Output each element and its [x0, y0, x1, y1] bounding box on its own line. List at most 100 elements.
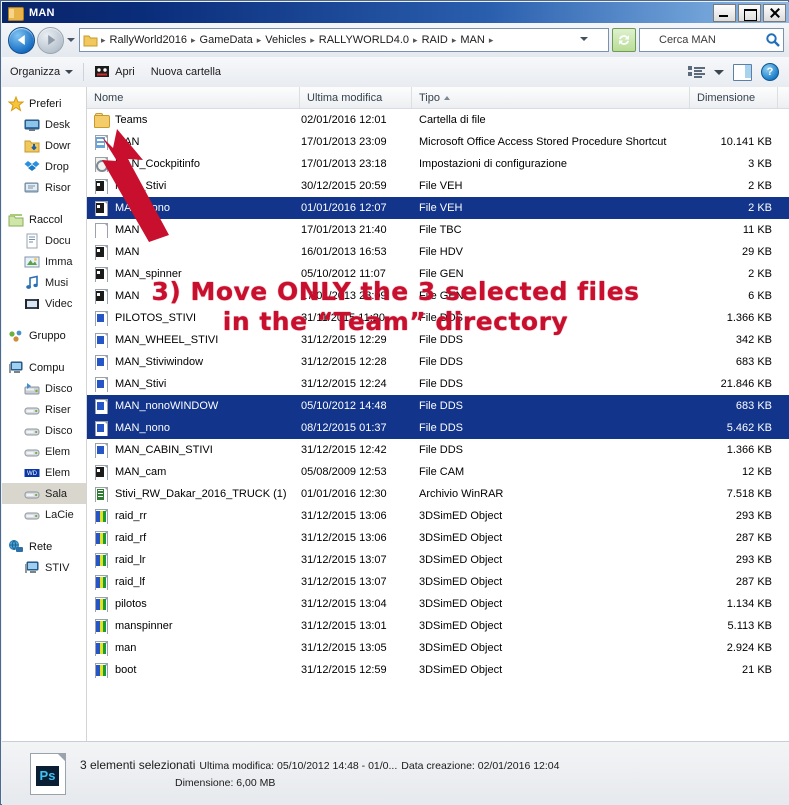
table-row[interactable]: raid_rf 31/12/2015 13:06 3DSimED Object 287… — [87, 527, 789, 549]
breadcrumb-item-2[interactable]: Vehicles — [262, 34, 309, 46]
nav-group-rete[interactable]: Rete — [2, 536, 86, 557]
table-row[interactable]: boot 31/12/2015 12:59 3DSimED Object 21 KB — [87, 659, 789, 681]
table-row[interactable]: MAN_Stivi 31/12/2015 12:24 File DDS 21.846 … — [87, 373, 789, 395]
nav-item-dowr[interactable]: Dowr — [2, 135, 86, 156]
new-folder-label: Nuova cartella — [150, 66, 222, 78]
back-button[interactable] — [8, 26, 35, 54]
veh-icon — [94, 178, 109, 194]
table-row[interactable]: MAN 16/01/2013 16:53 File HDV 29 KB — [87, 241, 789, 263]
cell-name: MAN — [87, 244, 300, 260]
table-row[interactable]: MAN_spinner 05/10/2012 11:07 File GEN 2 KB — [87, 263, 789, 285]
table-row[interactable]: MAN_CABIN_STIVI 31/12/2015 12:42 File DDS 1… — [87, 439, 789, 461]
nav-item-elem[interactable]: Elem — [2, 441, 86, 462]
breadcrumb-dropdown-icon[interactable] — [580, 37, 588, 41]
cell-date: 31/12/2015 12:42 — [301, 444, 387, 456]
cell-type: 3DSimED Object — [419, 598, 503, 610]
nav-item-riser[interactable]: Riser — [2, 399, 86, 420]
nav-item-lacie[interactable]: LaCie — [2, 504, 86, 525]
table-row[interactable]: manspinner 31/12/2015 13:01 3DSimED Object… — [87, 615, 789, 637]
table-row[interactable]: MAN_nono 01/01/2016 12:07 File VEH 2 KB — [87, 197, 789, 219]
breadcrumb-item-0[interactable]: RallyWorld2016 — [107, 34, 190, 46]
nav-item-label: Videc — [45, 297, 73, 310]
column-header-nome[interactable]: Nome — [87, 87, 300, 108]
column-header-dimensione[interactable]: Dimensione — [690, 87, 778, 108]
table-row[interactable]: MAN 17/01/2013 23:09 Microsoft Office Acce… — [87, 131, 789, 153]
table-row[interactable]: Stivi_RW_Dakar_2016_TRUCK (1) 01/01/2016 … — [87, 483, 789, 505]
navigation-list: Preferi Desk Dowr Drop Risor Raccol Docu Imma Mu… — [2, 87, 86, 578]
selection-count: 3 elementi selezionati — [80, 758, 196, 772]
cell-name: Teams — [87, 112, 300, 128]
3dsimed-icon — [94, 574, 109, 590]
nav-item-elem[interactable]: WD Elem — [2, 462, 86, 483]
table-row[interactable]: PILOTOS_STIVI 31/11/2015 11:20 File DDS 1.3… — [87, 307, 789, 329]
nav-item-desk[interactable]: Desk — [2, 114, 86, 135]
nav-item-risor[interactable]: Risor — [2, 177, 86, 198]
table-row[interactable]: raid_rr 31/12/2015 13:06 3DSimED Object 293… — [87, 505, 789, 527]
cell-type: File GEN — [419, 268, 464, 280]
table-row[interactable]: Teams 02/01/2016 12:01 Cartella di file — [87, 109, 789, 131]
open-button[interactable]: Apri — [86, 61, 143, 83]
history-dropdown[interactable] — [64, 29, 77, 51]
search-icon[interactable] — [763, 30, 783, 50]
nav-group-preferi[interactable]: Preferi — [2, 93, 86, 114]
nav-item-videc[interactable]: Videc — [2, 293, 86, 314]
breadcrumb-item-3[interactable]: RALLYWORLD4.0 — [316, 34, 412, 46]
nav-item-imma[interactable]: Imma — [2, 251, 86, 272]
cell-size: 3 KB — [748, 158, 772, 170]
nav-group-compu[interactable]: Compu — [2, 357, 86, 378]
nav-group-gruppo[interactable]: Gruppo — [2, 325, 86, 346]
cell-size: 21 KB — [742, 664, 772, 676]
nav-item-stiv[interactable]: STIV — [2, 557, 86, 578]
file-name: MAN_Stiviwindow — [115, 356, 204, 368]
nav-item-sala[interactable]: Sala — [2, 483, 86, 504]
table-row[interactable]: raid_lr 31/12/2015 13:07 3DSimED Object 293… — [87, 549, 789, 571]
nav-item-drop[interactable]: Drop — [2, 156, 86, 177]
maximize-button[interactable] — [738, 4, 761, 22]
help-icon[interactable]: ? — [761, 63, 779, 81]
column-label: Nome — [94, 91, 124, 104]
table-row[interactable]: MAN_nonoWINDOW 05/10/2012 14:48 File DDS 68… — [87, 395, 789, 417]
table-row[interactable]: MAN_Cockpitinfo 17/01/2013 23:18 Impostazi… — [87, 153, 789, 175]
table-row[interactable]: MAN 17/01/2013 21:40 File TBC 11 KB — [87, 219, 789, 241]
cell-name: MAN_nonoWINDOW — [87, 398, 300, 414]
table-row[interactable]: pilotos 31/12/2015 13:04 3DSimED Object 1.1… — [87, 593, 789, 615]
view-options-icon[interactable] — [688, 65, 705, 80]
breadcrumb[interactable]: ▸ RallyWorld2016 ▸ GameData ▸ Vehicles ▸… — [79, 28, 609, 52]
new-folder-button[interactable]: Nuova cartella — [143, 61, 229, 83]
cell-name: manspinner — [87, 618, 300, 634]
column-header-tipo[interactable]: Tipo — [412, 87, 690, 108]
breadcrumb-item-1[interactable]: GameData — [197, 34, 256, 46]
nav-group-raccol[interactable]: Raccol — [2, 209, 86, 230]
forward-button[interactable] — [37, 26, 64, 54]
table-row[interactable]: MAN_Stivi 30/12/2015 20:59 File VEH 2 KB — [87, 175, 789, 197]
search-input[interactable]: Cerca MAN — [639, 28, 784, 52]
file-name: raid_rf — [115, 532, 147, 544]
table-row[interactable]: raid_lf 31/12/2015 13:07 3DSimED Object 287… — [87, 571, 789, 593]
preview-pane-icon[interactable] — [733, 63, 752, 81]
navigation-pane[interactable]: Preferi Desk Dowr Drop Risor Raccol Docu Imma Mu… — [2, 87, 87, 741]
nav-item-musi[interactable]: Musi — [2, 272, 86, 293]
nav-item-disco[interactable]: Disco — [2, 420, 86, 441]
nav-item-label: Risor — [45, 181, 71, 194]
minimize-button[interactable] — [713, 4, 736, 22]
3dsimed-icon — [94, 508, 109, 524]
view-dropdown-arrow[interactable] — [714, 69, 724, 75]
table-row[interactable]: MAN 17/01/2013 23:09 File GEN 6 KB — [87, 285, 789, 307]
nav-item-label: STIV — [45, 561, 70, 574]
table-row[interactable]: MAN_Stiviwindow 31/12/2015 12:28 File DDS 6… — [87, 351, 789, 373]
column-header-ultima-modifica[interactable]: Ultima modifica — [300, 87, 412, 108]
table-row[interactable]: man 31/12/2015 13:05 3DSimED Object 2.924 K… — [87, 637, 789, 659]
breadcrumb-item-4[interactable]: RAID — [419, 34, 451, 46]
table-row[interactable]: MAN_nono 08/12/2015 01:37 File DDS 5.462 KB — [87, 417, 789, 439]
breadcrumb-item-5[interactable]: MAN — [457, 34, 487, 46]
nav-item-disco[interactable]: Disco — [2, 378, 86, 399]
table-row[interactable]: MAN_WHEEL_STIVI 31/12/2015 12:29 File DDS 3… — [87, 329, 789, 351]
organize-button[interactable]: Organizza — [2, 61, 81, 83]
svg-text:WD: WD — [27, 471, 38, 477]
cell-type: File DDS — [419, 356, 464, 368]
cell-name: MAN_spinner — [87, 266, 300, 282]
close-button[interactable] — [763, 4, 786, 22]
refresh-button[interactable] — [612, 28, 636, 52]
table-row[interactable]: MAN_cam 05/08/2009 12:53 File CAM 12 KB — [87, 461, 789, 483]
nav-item-docu[interactable]: Docu — [2, 230, 86, 251]
